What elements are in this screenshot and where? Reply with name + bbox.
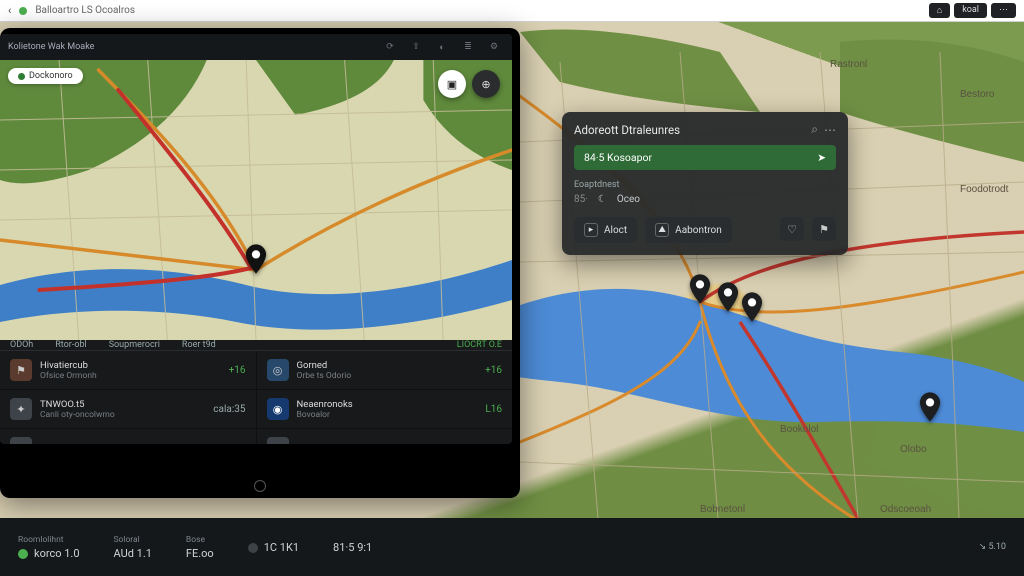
status-block: Bose FE.oo	[186, 535, 214, 560]
list-item[interactable]: ⋰ Smtand hr esn	[257, 429, 513, 444]
item-icon: ◎	[267, 359, 289, 381]
status-dot-icon	[19, 7, 27, 15]
poi-primary-row[interactable]: 84·5 Kosoapor ➤	[574, 145, 836, 170]
walk-icon: ⛰	[655, 223, 669, 237]
layers-button[interactable]: ⊕	[472, 70, 500, 98]
results-tabs: ODOh Rtor-obl Soupmerocri Roer t9d LIOCR…	[0, 340, 512, 351]
item-icon: ⋰	[267, 437, 289, 444]
poi-action-button[interactable]: ⛰ Aabontron	[645, 217, 732, 243]
map-label: Bobnetonl	[700, 504, 745, 515]
map-pin-icon[interactable]	[689, 274, 711, 304]
tab-action[interactable]: LIOCRT O.E	[457, 340, 502, 350]
tab[interactable]: Rtor-obl	[55, 340, 86, 350]
status-block: Roomlolihnt korco 1.0	[18, 535, 80, 560]
layers-icon[interactable]: ≣	[458, 42, 478, 52]
list-item[interactable]: ✦ TNWOO.t5Canli oty-oncolwmo cala:35	[0, 390, 256, 428]
tablet-screen: Kolietone Wak Moake ⟳ ⇪ ◐ ≣ ⚙	[0, 34, 512, 444]
tablet-title: Kolietone Wak Moake	[8, 42, 374, 52]
tablet-map[interactable]	[0, 60, 512, 340]
map-label: Bestoro	[960, 89, 995, 100]
refresh-icon[interactable]: ⟳	[380, 42, 400, 52]
locate-button[interactable]: ▣	[438, 70, 466, 98]
map-label: Olobo	[900, 444, 927, 455]
map-pin-icon[interactable]	[717, 282, 739, 312]
tab[interactable]: Roer t9d	[182, 340, 216, 350]
list-item[interactable]: ◉ NeaenronoksBovoalor L16	[257, 390, 513, 428]
list-item[interactable]: ⚑ HivatiercubOfsice Ormonh +16	[0, 351, 256, 389]
map-pin-icon[interactable]	[245, 244, 267, 274]
search-icon[interactable]: ⌕	[805, 122, 818, 137]
tablet-header: Kolietone Wak Moake ⟳ ⇪ ◐ ≣ ⚙	[0, 34, 512, 60]
favorite-button[interactable]: ♡	[780, 217, 804, 241]
home-button-icon[interactable]	[254, 480, 266, 492]
list-item[interactable]: ⌂	[0, 429, 256, 444]
mode-chip[interactable]: koal	[954, 3, 987, 18]
results-grid: ⚑ HivatiercubOfsice Ormonh +16 ◎ GornedO…	[0, 351, 512, 444]
status-block: Soloral AUd 1.1	[114, 535, 152, 560]
send-icon: ➤	[817, 151, 826, 164]
map-pin-icon[interactable]	[741, 292, 763, 322]
results-panel: ODOh Rtor-obl Soupmerocri Roer t9d LIOCR…	[0, 340, 512, 444]
bookmark-button[interactable]: ⚑	[812, 217, 836, 241]
poi-metric: 85· ☾ Oceo	[574, 194, 836, 205]
item-icon: ⚑	[10, 359, 32, 381]
home-chip[interactable]: ⌂	[929, 3, 950, 18]
map-label: Foodotrodt	[960, 184, 1009, 195]
tablet-device: Kolietone Wak Moake ⟳ ⇪ ◐ ≣ ⚙	[0, 28, 520, 498]
status-block: 81·5 9:1	[333, 541, 372, 554]
map-pin-icon[interactable]	[919, 392, 941, 422]
map-label: Bookolol	[780, 424, 818, 435]
poi-primary-label: 84·5 Kosoapor	[584, 151, 652, 164]
poi-card: Adoreott Dtraleunres ⌕ ⋯ 84·5 Kosoapor ➤…	[562, 112, 848, 255]
item-icon: ✦	[10, 398, 32, 420]
share-icon[interactable]: ⇪	[406, 42, 426, 52]
item-icon: ⌂	[10, 437, 32, 444]
user-icon[interactable]: ◐	[432, 42, 452, 53]
chip-label: Dockonoro	[29, 71, 73, 81]
tab[interactable]: ODOh	[10, 340, 33, 350]
settings-icon[interactable]: ⚙	[484, 42, 504, 52]
moon-icon: ☾	[598, 194, 607, 205]
list-item[interactable]: ◎ GornedOrbe ts Odorio +16	[257, 351, 513, 389]
map-label: Odscoeoah	[880, 504, 931, 515]
map-label: Rastronl	[830, 59, 867, 70]
map-filter-chip[interactable]: Dockonoro	[8, 68, 83, 84]
play-icon: ▸	[584, 223, 598, 237]
more-chip[interactable]: ⋯	[991, 3, 1016, 18]
browser-top-bar: ‹ Balloartro LS Ocoalros ⌂ koal ⋯	[0, 0, 1024, 22]
section-label: Eoaptdnest	[574, 180, 836, 190]
tab[interactable]: Soupmerocri	[109, 340, 160, 350]
top-bar-actions: ⌂ koal ⋯	[929, 3, 1016, 18]
status-bar: Roomlolihnt korco 1.0 Soloral AUd 1.1 Bo…	[0, 518, 1024, 576]
status-block: 1C 1K1	[248, 541, 299, 554]
status-dot-icon	[248, 543, 258, 553]
poi-title: Adoreott Dtraleunres	[574, 123, 680, 137]
status-right: ↘ 5.10	[979, 542, 1006, 552]
item-icon: ◉	[267, 398, 289, 420]
close-icon[interactable]: ⋯	[818, 123, 836, 137]
back-icon[interactable]: ‹	[8, 4, 11, 17]
page-title: Balloartro LS Ocoalros	[35, 5, 920, 16]
poi-action-button[interactable]: ▸ Aloct	[574, 217, 637, 243]
status-dot-icon	[18, 549, 28, 559]
